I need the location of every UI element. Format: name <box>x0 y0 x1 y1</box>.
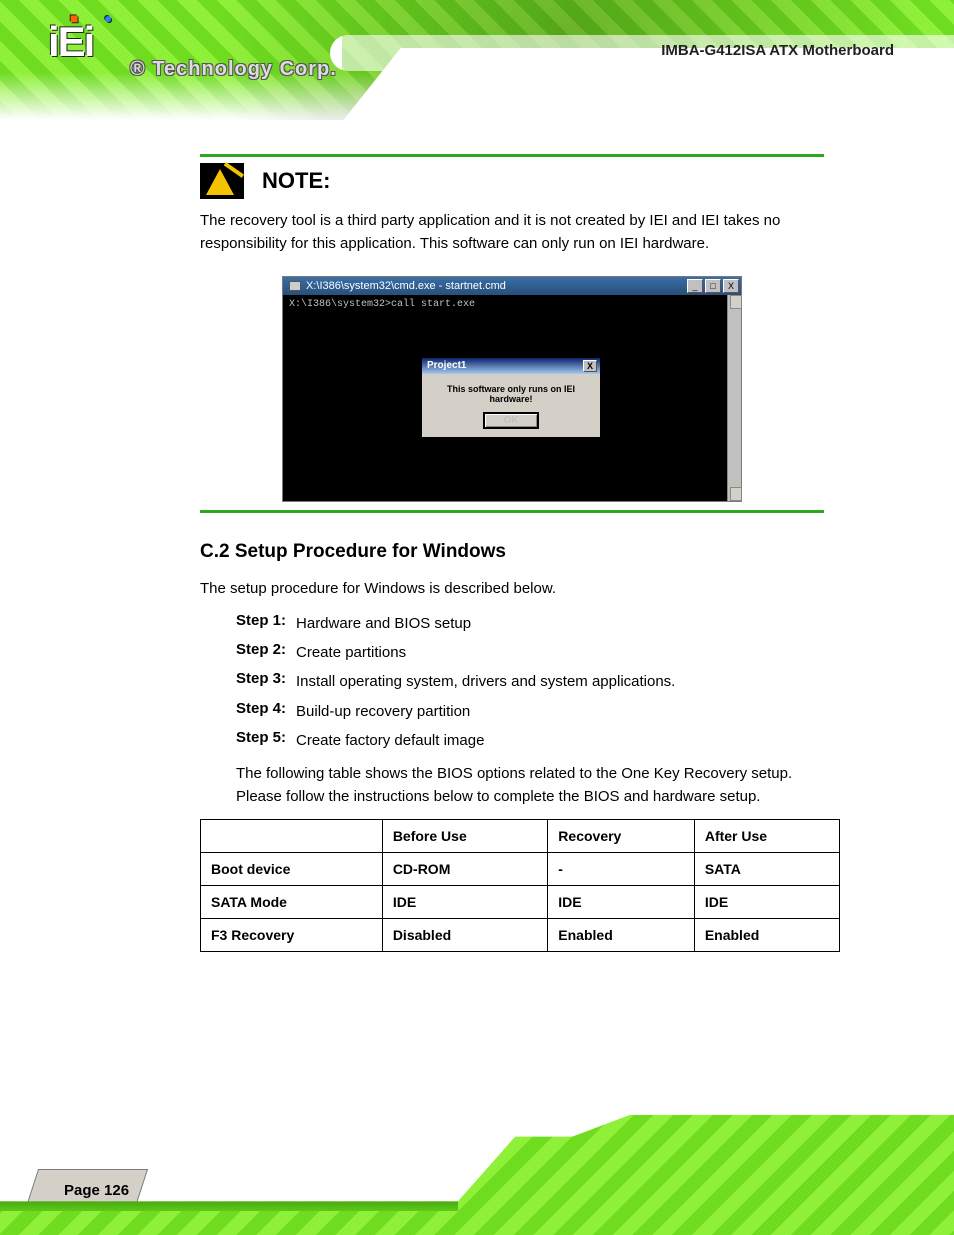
cell: Disabled <box>382 918 547 951</box>
th-before: Before Use <box>382 819 547 852</box>
cmd-prompt-line: X:\I386\system32>call start.exe <box>289 299 735 310</box>
note-block: NOTE: The recovery tool is a third party… <box>200 163 824 502</box>
section-heading: C.2 Setup Procedure for Windows <box>200 541 824 563</box>
section-intro: The setup procedure for Windows is descr… <box>200 577 824 600</box>
page-number: Page 126 <box>64 1182 129 1199</box>
content: NOTE: The recovery tool is a third party… <box>200 148 824 952</box>
dialog-body: This software only runs on IEI hardware!… <box>422 374 600 437</box>
step-1: Step 1: Hardware and BIOS setup <box>200 612 824 635</box>
cmd-title-text: X:\I386\system32\cmd.exe - startnet.cmd <box>306 280 506 292</box>
cell: IDE <box>382 885 547 918</box>
step-2-label: Step 2: <box>236 641 286 664</box>
note-body: The recovery tool is a third party appli… <box>200 209 824 256</box>
window-controls: _ □ X <box>687 279 739 293</box>
th-recovery: Recovery <box>548 819 695 852</box>
logo-reg: ® <box>130 58 146 80</box>
cell: IDE <box>548 885 695 918</box>
footer-banner <box>0 1115 954 1235</box>
cell: Boot device <box>201 852 383 885</box>
step-5: Step 5: Create factory default image <box>200 729 824 752</box>
divider-top <box>200 154 824 157</box>
cmd-body: X:\I386\system32>call start.exe Project1… <box>283 295 741 501</box>
table-row: Boot device CD-ROM - SATA <box>201 852 840 885</box>
dialog-close-button[interactable]: X <box>583 360 597 372</box>
note-head: NOTE: <box>200 163 824 199</box>
dialog-title: Project1 <box>427 360 466 371</box>
step-1-label: Step 1: <box>236 612 286 635</box>
cmd-title: X:\I386\system32\cmd.exe - startnet.cmd <box>289 280 506 292</box>
th-blank <box>201 819 383 852</box>
screenshot-wrap: X:\I386\system32\cmd.exe - startnet.cmd … <box>200 276 824 502</box>
cell: F3 Recovery <box>201 918 383 951</box>
step-1-text: Hardware and BIOS setup <box>296 612 471 635</box>
th-after: After Use <box>694 819 839 852</box>
cell: IDE <box>694 885 839 918</box>
cell: Enabled <box>548 918 695 951</box>
note-title: NOTE: <box>262 168 330 194</box>
table-row: SATA Mode IDE IDE IDE <box>201 885 840 918</box>
step-4-text: Build-up recovery partition <box>296 700 470 723</box>
table-header-row: Before Use Recovery After Use <box>201 819 840 852</box>
logo: iEi ■ ● <box>48 18 93 66</box>
scrollbar[interactable] <box>727 295 741 501</box>
warning-check-icon <box>200 163 244 199</box>
cell: Enabled <box>694 918 839 951</box>
step-3-label: Step 3: <box>236 670 286 693</box>
table-row: F3 Recovery Disabled Enabled Enabled <box>201 918 840 951</box>
logo-text: iEi ■ ● <box>48 18 93 66</box>
cell: SATA <box>694 852 839 885</box>
cmd-icon <box>289 281 301 291</box>
step-4-label: Step 4: <box>236 700 286 723</box>
table-intro: The following table shows the BIOS optio… <box>236 762 824 809</box>
logo-dot-blue: ● <box>104 10 110 26</box>
cmd-window: X:\I386\system32\cmd.exe - startnet.cmd … <box>282 276 742 502</box>
dialog-titlebar: Project1 X <box>422 358 600 374</box>
brand-sub-text: Technology Corp. <box>152 58 337 80</box>
ok-button[interactable]: OK <box>483 412 539 429</box>
minimize-button[interactable]: _ <box>687 279 703 293</box>
cell: - <box>548 852 695 885</box>
step-3-text: Install operating system, drivers and sy… <box>296 670 675 693</box>
dialog: Project1 X This software only runs on IE… <box>421 357 601 438</box>
close-button[interactable]: X <box>723 279 739 293</box>
divider-bottom <box>200 510 824 513</box>
step-3: Step 3: Install operating system, driver… <box>200 670 824 693</box>
step-5-text: Create factory default image <box>296 729 484 752</box>
logo-dot-orange: ■ <box>70 10 76 26</box>
bios-table: Before Use Recovery After Use Boot devic… <box>200 819 840 952</box>
step-5-label: Step 5: <box>236 729 286 752</box>
cmd-titlebar: X:\I386\system32\cmd.exe - startnet.cmd … <box>283 277 741 295</box>
step-2-text: Create partitions <box>296 641 406 664</box>
cell: SATA Mode <box>201 885 383 918</box>
step-2: Step 2: Create partitions <box>200 641 824 664</box>
dialog-message: This software only runs on IEI hardware! <box>430 384 592 404</box>
step-4: Step 4: Build-up recovery partition <box>200 700 824 723</box>
brand-subtitle: ® Technology Corp. <box>130 58 337 81</box>
cell: CD-ROM <box>382 852 547 885</box>
product-title: IMBA-G412ISA ATX Motherboard <box>661 42 894 59</box>
maximize-button[interactable]: □ <box>705 279 721 293</box>
